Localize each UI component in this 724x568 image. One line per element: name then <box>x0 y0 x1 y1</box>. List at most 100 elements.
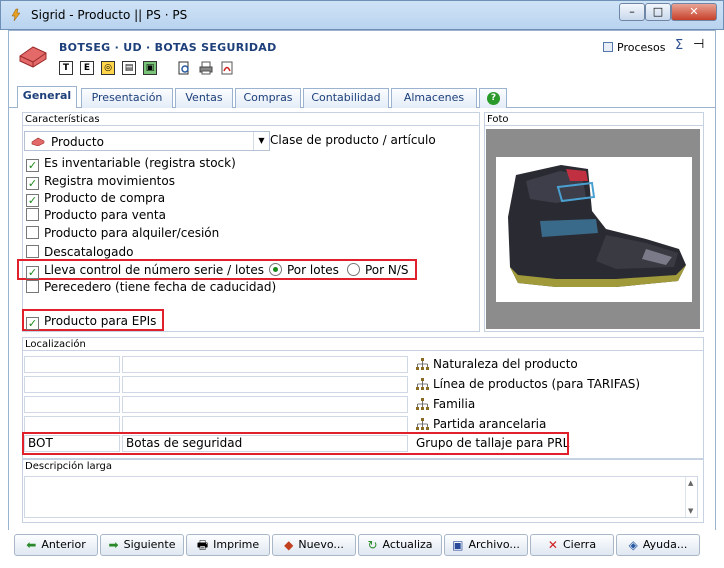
naturaleza-link[interactable]: Naturaleza del producto <box>416 357 578 371</box>
checkbox-checked[interactable]: ✓ <box>26 177 39 190</box>
check-label: Producto de compra <box>44 191 166 205</box>
check-inventariable[interactable]: ✓ Es inventariable (registra stock) <box>26 156 236 172</box>
product-type-value: Producto <box>51 135 104 149</box>
button-label: Imprime <box>213 538 260 551</box>
window-titlebar: Sigrid - Producto || PS · PS – □ ✕ <box>0 0 724 30</box>
sheet-icon[interactable]: ▣ <box>143 61 157 75</box>
check-label: Perecedero (tiene fecha de caducidad) <box>44 280 277 294</box>
product-icon <box>19 46 47 68</box>
familia-code-field[interactable] <box>24 396 120 413</box>
product-type-select[interactable]: Producto ▼ <box>24 131 270 151</box>
checkbox-checked[interactable]: ✓ <box>26 317 39 330</box>
tab-almacenes[interactable]: Almacenes <box>391 88 477 108</box>
pdf-icon[interactable] <box>220 61 234 75</box>
window-title: Sigrid - Producto || PS · PS <box>31 8 188 22</box>
tab-presentacion[interactable]: Presentación <box>81 88 173 108</box>
foto-legend: Foto <box>487 114 509 125</box>
siguiente-button[interactable]: ➡ Siguiente <box>100 534 184 556</box>
check-alquiler[interactable]: Producto para alquiler/cesión <box>26 226 219 240</box>
caracteristicas-divider <box>23 125 479 126</box>
checkbox-unchecked[interactable] <box>26 208 39 221</box>
check-perecedero[interactable]: Perecedero (tiene fecha de caducidad) <box>26 280 276 294</box>
tab-contabilidad[interactable]: Contabilidad <box>303 88 389 108</box>
partida-link[interactable]: Partida arancelaria <box>416 417 546 431</box>
record-header: BOTSEG · UD · BOTAS SEGURIDAD T E ◎ ▤ ▣ … <box>9 31 715 83</box>
loc-label-text: Línea de productos (para TARIFAS) <box>433 377 641 391</box>
naturaleza-code-field[interactable] <box>24 356 120 373</box>
check-control-serie[interactable]: ✓ Lleva control de número serie / lotes <box>26 263 264 279</box>
linea-link[interactable]: Línea de productos (para TARIFAS) <box>416 377 640 391</box>
checkbox-unchecked[interactable] <box>26 280 39 293</box>
refresh-icon: ↻ <box>367 538 378 552</box>
product-photo[interactable] <box>496 157 692 302</box>
app-icon <box>11 8 21 22</box>
ayuda-button[interactable]: ◈ Ayuda... <box>616 534 700 556</box>
checkbox-unchecked[interactable] <box>26 226 39 239</box>
minimize-button[interactable]: – <box>619 3 645 21</box>
tab-bar: General Presentación Ventas Compras Cont… <box>9 84 715 108</box>
print-icon[interactable] <box>199 61 213 75</box>
check-producto-venta[interactable]: Producto para venta <box>26 208 166 222</box>
checkbox-checked[interactable]: ✓ <box>26 194 39 207</box>
tab-compras[interactable]: Compras <box>235 88 301 108</box>
button-label: Archivo... <box>468 538 520 551</box>
check-label: Producto para alquiler/cesión <box>44 226 220 240</box>
printer-icon: 🖶 <box>196 538 209 552</box>
familia-link[interactable]: Familia <box>416 397 475 411</box>
loc-label-text: Familia <box>433 397 476 411</box>
imprime-button[interactable]: 🖶 Imprime <box>186 534 270 556</box>
loc-label-text: Partida arancelaria <box>433 417 547 431</box>
radio-unselected[interactable] <box>347 263 360 276</box>
radio-por-lotes[interactable]: Por lotes <box>269 263 339 277</box>
linea-code-field[interactable] <box>24 376 120 393</box>
archivo-button[interactable]: ▣ Archivo... <box>444 534 528 556</box>
radio-label: Por lotes <box>287 263 339 277</box>
checkbox-checked[interactable]: ✓ <box>26 159 39 172</box>
scroll-up-icon[interactable]: ▲ <box>688 479 693 487</box>
preview-icon[interactable] <box>177 61 191 75</box>
button-label: Anterior <box>41 538 86 551</box>
check-epis[interactable]: ✓ Producto para EPIs <box>26 314 156 330</box>
tab-help[interactable]: ? <box>479 88 507 108</box>
help-book-icon: ◈ <box>628 538 638 552</box>
linea-name-field[interactable] <box>122 376 408 393</box>
text-t-icon[interactable]: T <box>59 61 73 75</box>
text-e-icon[interactable]: E <box>80 61 94 75</box>
naturaleza-name-field[interactable] <box>122 356 408 373</box>
hierarchy-icon <box>416 358 429 370</box>
partida-name-field[interactable] <box>122 416 408 433</box>
procesos-label: Procesos <box>617 41 666 54</box>
familia-name-field[interactable] <box>122 396 408 413</box>
maximize-button[interactable]: □ <box>645 3 671 21</box>
nuevo-button[interactable]: ◆ Nuevo... <box>272 534 356 556</box>
scroll-down-icon[interactable]: ▼ <box>688 507 693 515</box>
anterior-button[interactable]: ⬅ Anterior <box>14 534 98 556</box>
cierra-button[interactable]: ✕ Cierra <box>530 534 614 556</box>
sigma-icon[interactable]: Σ <box>675 38 683 53</box>
actualiza-button[interactable]: ↻ Actualiza <box>358 534 442 556</box>
foto-divider <box>485 125 703 126</box>
check-registra-movimientos[interactable]: ✓ Registra movimientos <box>26 174 175 190</box>
radio-por-ns[interactable]: Por N/S <box>347 263 409 277</box>
check-label: Es inventariable (registra stock) <box>44 156 236 170</box>
check-descatalogado[interactable]: Descatalogado <box>26 245 134 259</box>
button-label: Ayuda... <box>642 538 688 551</box>
safety-boot-image <box>508 165 686 287</box>
checkbox-unchecked[interactable] <box>26 245 39 258</box>
tab-general[interactable]: General <box>17 86 77 108</box>
descripcion-textarea[interactable]: ▲ ▼ <box>24 476 698 518</box>
descripcion-legend: Descripción larga <box>25 461 113 472</box>
grid-icon[interactable]: ▤ <box>122 61 136 75</box>
radio-selected[interactable] <box>269 263 282 276</box>
chevron-down-icon[interactable]: ▼ <box>253 132 269 150</box>
pin-icon[interactable]: ⊣ <box>693 37 704 52</box>
partida-code-field[interactable] <box>24 416 120 433</box>
check-producto-compra[interactable]: ✓ Producto de compra <box>26 191 165 207</box>
descripcion-scrollbar[interactable]: ▲ ▼ <box>685 477 697 517</box>
check-label: Lleva control de número serie / lotes <box>44 263 264 277</box>
procesos-link[interactable]: Procesos <box>603 41 665 54</box>
tab-ventas[interactable]: Ventas <box>175 88 233 108</box>
color-icon[interactable]: ◎ <box>101 61 115 75</box>
close-window-button[interactable]: ✕ <box>671 3 717 21</box>
checkbox-checked[interactable]: ✓ <box>26 266 39 279</box>
